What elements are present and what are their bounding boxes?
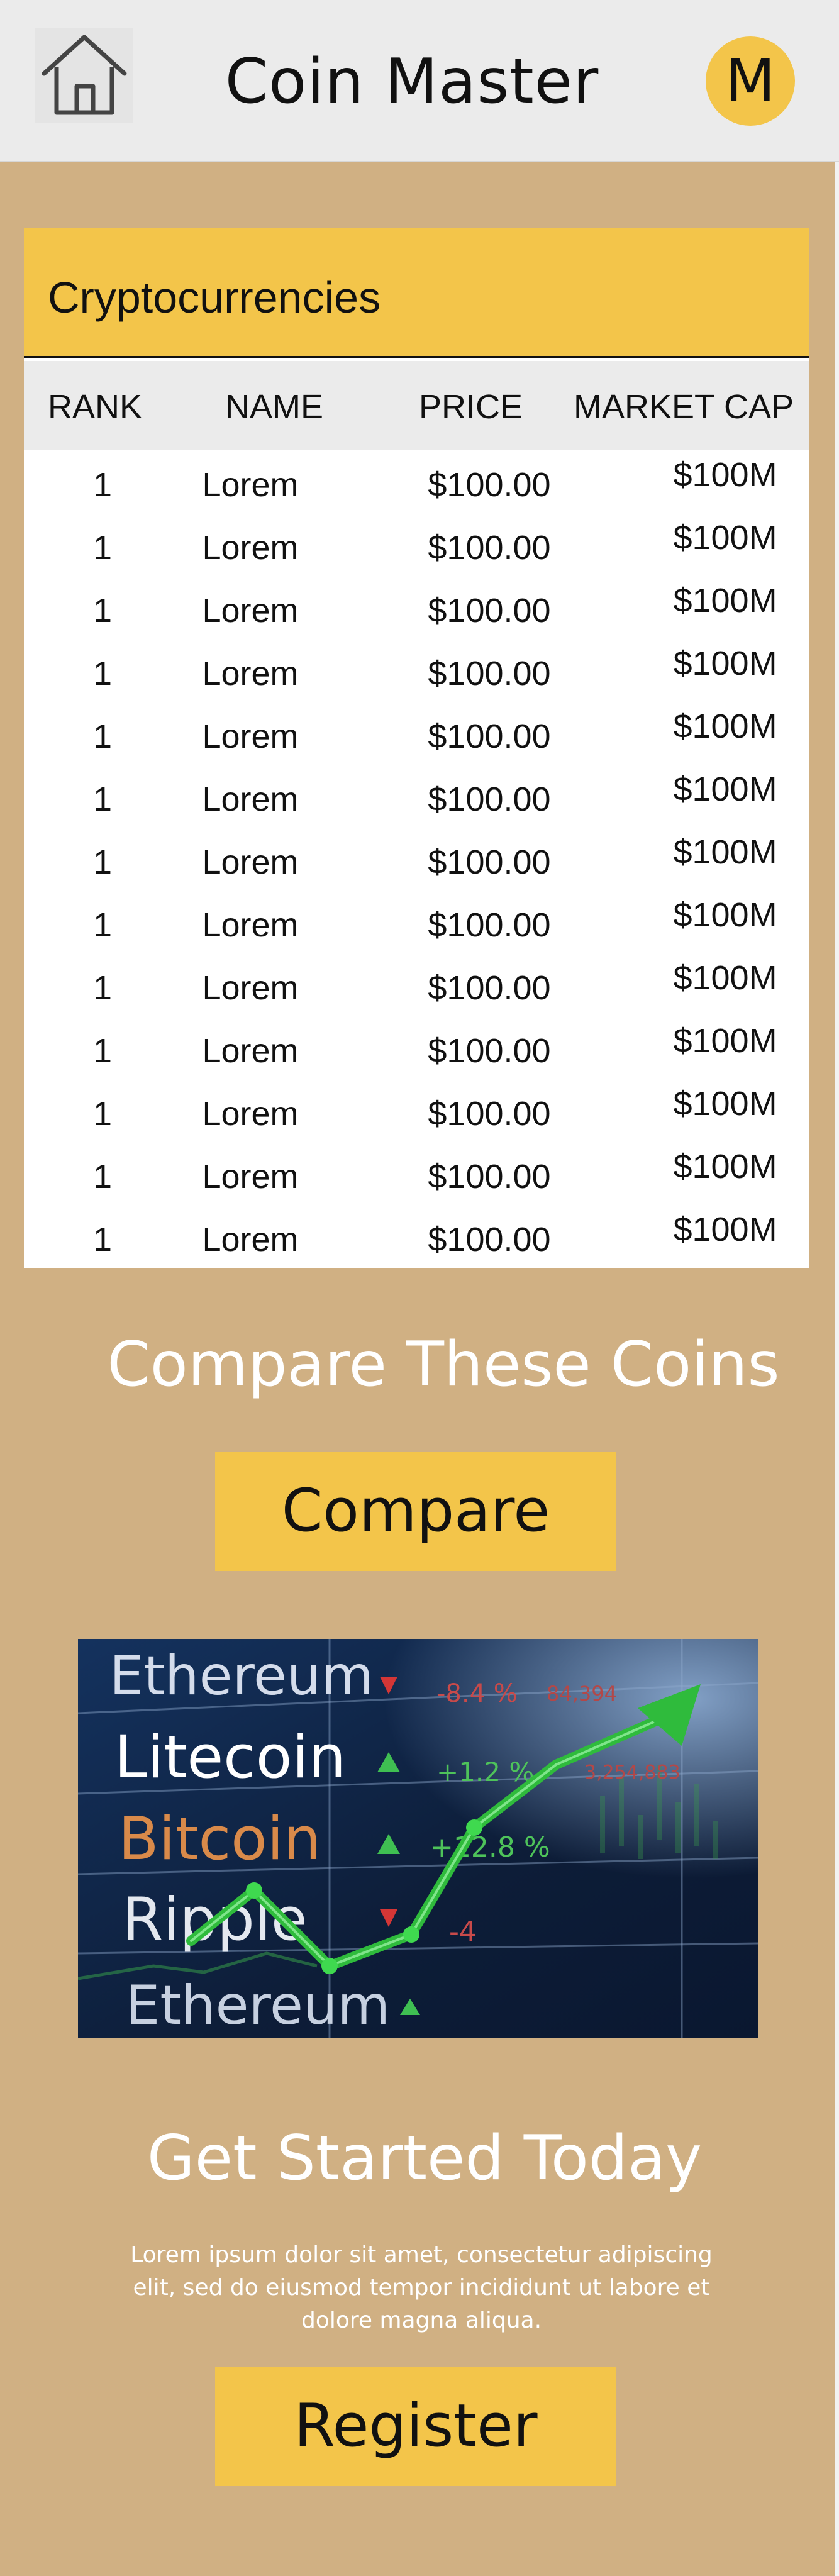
rank-cell: 1	[92, 1158, 113, 1196]
rank-cell: 1	[92, 906, 113, 944]
change-bitcoin: +12.8 %	[430, 1831, 550, 1863]
market-cap-cell: $100M	[673, 582, 777, 619]
table-row[interactable]: 1 Lorem $100.00 $100M	[24, 639, 809, 702]
price-cell: $100.00	[428, 906, 551, 944]
rank-cell: 1	[92, 592, 113, 630]
crypto-table-card: Cryptocurrencies RANK NAME PRICE MARKET …	[24, 228, 809, 1268]
rank-cell: 1	[92, 466, 113, 504]
price-cell: $100.00	[428, 843, 551, 881]
rank-cell: 1	[92, 1095, 113, 1133]
name-cell: Lorem	[202, 969, 299, 1007]
name-cell: Lorem	[202, 843, 299, 881]
table-row[interactable]: 1 Lorem $100.00 $100M	[24, 1205, 809, 1268]
card-title: Cryptocurrencies	[48, 273, 381, 322]
column-name[interactable]: NAME	[225, 386, 323, 428]
name-cell: Lorem	[202, 529, 299, 567]
name-cell: Lorem	[202, 906, 299, 944]
rank-cell: 1	[92, 843, 113, 881]
name-cell: Lorem	[202, 1032, 299, 1070]
table-row[interactable]: 1 Lorem $100.00 $100M	[24, 1079, 809, 1142]
name-cell: Lorem	[202, 718, 299, 755]
rank-cell: 1	[92, 718, 113, 755]
table-body: 1 Lorem $100.00 $100M 1 Lorem $100.00 $100M 1 Lor…	[24, 450, 809, 1268]
price-cell: $100.00	[428, 969, 551, 1007]
coin-label-ethereum: Ethereum	[109, 1645, 374, 1707]
rank-cell: 1	[92, 1032, 113, 1070]
name-cell: Lorem	[202, 1221, 299, 1258]
name-cell: Lorem	[202, 1095, 299, 1133]
market-cap-cell: $100M	[673, 1022, 777, 1060]
rank-cell: 1	[92, 780, 113, 818]
register-button[interactable]: Register	[215, 2367, 616, 2486]
price-cell: $100.00	[428, 1158, 551, 1196]
column-price[interactable]: PRICE	[419, 386, 523, 428]
value-ethereum: 84,394	[547, 1682, 617, 1706]
table-row[interactable]: 1 Lorem $100.00 $100M	[24, 953, 809, 1016]
price-cell: $100.00	[428, 655, 551, 692]
table-row[interactable]: 1 Lorem $100.00 $100M	[24, 702, 809, 765]
market-cap-cell: $100M	[673, 833, 777, 871]
column-market-cap[interactable]: MARKET CAP	[574, 386, 794, 428]
price-cell: $100.00	[428, 466, 551, 504]
price-cell: $100.00	[428, 1032, 551, 1070]
get-started-heading: Get Started Today	[147, 2123, 703, 2194]
name-cell: Lorem	[202, 466, 299, 504]
price-cell: $100.00	[428, 718, 551, 755]
table-row[interactable]: 1 Lorem $100.00 $100M	[24, 828, 809, 891]
rank-cell: 1	[92, 655, 113, 692]
price-cell: $100.00	[428, 1095, 551, 1133]
house-icon	[35, 28, 133, 123]
market-cap-cell: $100M	[673, 770, 777, 808]
table-row[interactable]: 1 Lorem $100.00 $100M	[24, 513, 809, 576]
card-header: Cryptocurrencies	[24, 228, 809, 358]
market-cap-cell: $100M	[673, 1148, 777, 1185]
table-row[interactable]: 1 Lorem $100.00 $100M	[24, 450, 809, 513]
coin-label-ethereum-2: Ethereum	[126, 1974, 390, 2037]
table-row[interactable]: 1 Lorem $100.00 $100M	[24, 765, 809, 828]
name-cell: Lorem	[202, 780, 299, 818]
compare-heading: Compare These Coins	[107, 1329, 780, 1401]
get-started-description: Lorem ipsum dolor sit amet, consectetur …	[130, 2242, 713, 2333]
change-ripple: -4	[449, 1916, 477, 1948]
home-button[interactable]	[35, 28, 133, 123]
market-cap-cell: $100M	[673, 519, 777, 557]
user-avatar[interactable]: M	[706, 36, 795, 126]
rank-cell: 1	[92, 1221, 113, 1258]
market-chart-illustration: Ethereum Litecoin Bitcoin Ripple Ethereu…	[78, 1639, 758, 2038]
table-row[interactable]: 1 Lorem $100.00 $100M	[24, 891, 809, 953]
price-cell: $100.00	[428, 592, 551, 630]
market-cap-cell: $100M	[673, 645, 777, 682]
coin-label-litecoin: Litecoin	[114, 1723, 346, 1792]
compare-button[interactable]: Compare	[215, 1452, 616, 1571]
column-rank[interactable]: RANK	[48, 386, 142, 428]
rank-cell: 1	[92, 969, 113, 1007]
market-cap-cell: $100M	[673, 1085, 777, 1123]
price-cell: $100.00	[428, 529, 551, 567]
market-cap-cell: $100M	[673, 1211, 777, 1248]
value-litecoin: 3,254,883	[584, 1762, 681, 1784]
crypto-market-image: Ethereum Litecoin Bitcoin Ripple Ethereu…	[78, 1639, 758, 2038]
table-row[interactable]: 1 Lorem $100.00 $100M	[24, 1016, 809, 1079]
page-edge	[835, 0, 839, 2576]
price-cell: $100.00	[428, 780, 551, 818]
market-cap-cell: $100M	[673, 959, 777, 997]
rank-cell: 1	[92, 529, 113, 567]
change-ethereum: -8.4 %	[436, 1679, 518, 1708]
market-cap-cell: $100M	[673, 896, 777, 934]
market-cap-cell: $100M	[673, 456, 777, 494]
table-row[interactable]: 1 Lorem $100.00 $100M	[24, 1142, 809, 1205]
name-cell: Lorem	[202, 592, 299, 630]
price-cell: $100.00	[428, 1221, 551, 1258]
change-litecoin: +1.2 %	[436, 1757, 534, 1787]
coin-label-bitcoin: Bitcoin	[118, 1805, 321, 1874]
app-title: Coin Master	[225, 46, 599, 118]
app-header: Coin Master M	[0, 0, 839, 162]
name-cell: Lorem	[202, 655, 299, 692]
table-header: RANK NAME PRICE MARKET CAP	[24, 361, 809, 450]
market-cap-cell: $100M	[673, 708, 777, 745]
table-row[interactable]: 1 Lorem $100.00 $100M	[24, 576, 809, 639]
name-cell: Lorem	[202, 1158, 299, 1196]
